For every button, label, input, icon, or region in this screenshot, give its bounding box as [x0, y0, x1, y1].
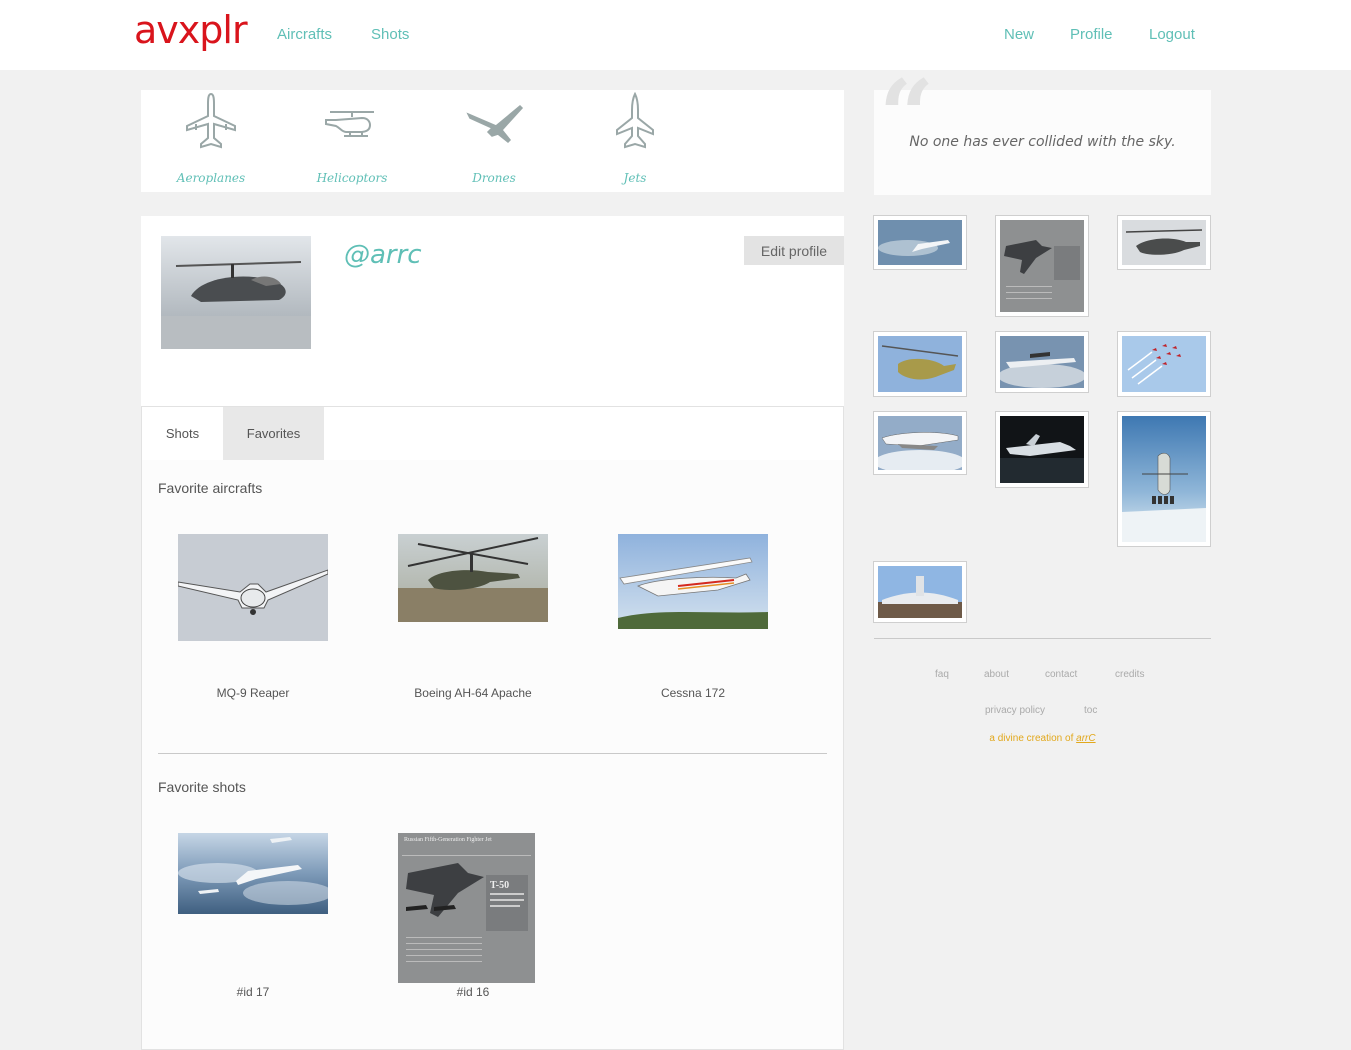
footer-contact-link[interactable]: contact [1045, 669, 1077, 680]
category-panel: Aeroplanes Helicoptors Drones Jets [141, 90, 844, 192]
aircraft-name: MQ-9 Reaper [216, 686, 290, 700]
favorite-shot-card[interactable]: Russian Fifth-Generation Fighter Jet T-5… [398, 833, 548, 1003]
credit-author-link[interactable]: arrC [1076, 733, 1095, 744]
aircraft-name: Cessna 172 [660, 686, 726, 700]
nav-new[interactable]: New [1004, 26, 1034, 43]
shot-thumbnail[interactable] [1117, 411, 1211, 547]
shot-id: #id 17 [236, 985, 270, 999]
favorite-aircraft-card[interactable]: Boeing AH-64 Apache [398, 534, 548, 704]
favorite-shot-card[interactable]: #id 17 [178, 833, 328, 1003]
profile-card: @arrc Edit profile [141, 216, 844, 406]
shot-thumbnail[interactable] [1117, 215, 1211, 270]
shot-thumbnail[interactable] [873, 561, 967, 623]
top-navbar: avxplr Aircrafts Shots New Profile Logou… [0, 0, 1351, 70]
tab-shots[interactable]: Shots [142, 407, 223, 460]
logo[interactable]: avxplr [134, 8, 248, 52]
credit-prefix: a divine creation of [989, 733, 1074, 744]
poster-title: Russian Fifth-Generation Fighter Jet [404, 837, 492, 843]
aircraft-photo [178, 534, 328, 641]
favorite-aircrafts-title: Favorite aircrafts [158, 480, 263, 496]
shot-poster: Russian Fifth-Generation Fighter Jet T-5… [398, 833, 535, 983]
quote-text: No one has ever collided with the sky. [909, 134, 1176, 150]
aeroplane-icon [186, 92, 236, 149]
footer-toc-link[interactable]: toc [1084, 705, 1097, 716]
shot-id: #id 16 [456, 985, 490, 999]
category-aeroplanes[interactable]: Aeroplanes [151, 90, 271, 192]
shot-thumbnail[interactable] [873, 215, 967, 270]
shot-photo [178, 833, 328, 914]
shot-thumbnail[interactable] [995, 411, 1089, 488]
drone-icon [466, 104, 524, 144]
footer-faq-link[interactable]: faq [935, 669, 949, 680]
favorites-panel: Favorite aircrafts MQ-9 Reaper Boeing AH… [141, 460, 844, 1050]
favorite-aircraft-card[interactable]: Cessna 172 [618, 534, 768, 704]
category-label: Jets [623, 171, 647, 185]
aircraft-photo [398, 534, 548, 622]
quote-box: “ No one has ever collided with the sky. [874, 68, 1211, 195]
edit-profile-button[interactable]: Edit profile [744, 236, 844, 265]
shot-thumbnail[interactable] [873, 411, 967, 475]
category-label: Aeroplanes [176, 171, 246, 185]
nav-aircrafts[interactable]: Aircrafts [277, 26, 332, 43]
sidebar-divider [874, 638, 1211, 639]
username: @arrc [344, 240, 422, 270]
tab-favorites[interactable]: Favorites [223, 407, 324, 460]
jet-icon [616, 92, 654, 149]
category-label: Helicoptors [316, 171, 388, 185]
aircraft-photo [618, 534, 768, 629]
category-helicoptors[interactable]: Helicoptors [292, 90, 412, 192]
footer-credits-link[interactable]: credits [1115, 669, 1144, 680]
shot-thumbnail[interactable] [873, 331, 967, 397]
poster-subtitle: T-50 [490, 880, 510, 891]
shot-thumbnail[interactable] [1117, 331, 1211, 397]
category-label: Drones [472, 171, 516, 185]
profile-tabs: Shots Favorites [141, 406, 844, 461]
favorite-shots-title: Favorite shots [158, 779, 246, 795]
avatar [161, 236, 311, 349]
aircraft-name: Boeing AH-64 Apache [414, 686, 532, 700]
nav-shots[interactable]: Shots [371, 26, 409, 43]
footer-about-link[interactable]: about [984, 669, 1009, 680]
category-drones[interactable]: Drones [434, 90, 554, 192]
category-jets[interactable]: Jets [575, 90, 695, 192]
footer-privacy-link[interactable]: privacy policy [985, 705, 1045, 716]
section-divider [158, 753, 827, 754]
shot-thumbnail[interactable] [995, 331, 1089, 393]
nav-logout[interactable]: Logout [1149, 26, 1195, 43]
shot-thumbnail[interactable] [995, 215, 1089, 317]
nav-profile[interactable]: Profile [1070, 26, 1113, 43]
favorite-aircraft-card[interactable]: MQ-9 Reaper [178, 534, 328, 704]
footer-credit: a divine creation of arrC [874, 733, 1211, 744]
helicopter-icon [325, 111, 374, 137]
